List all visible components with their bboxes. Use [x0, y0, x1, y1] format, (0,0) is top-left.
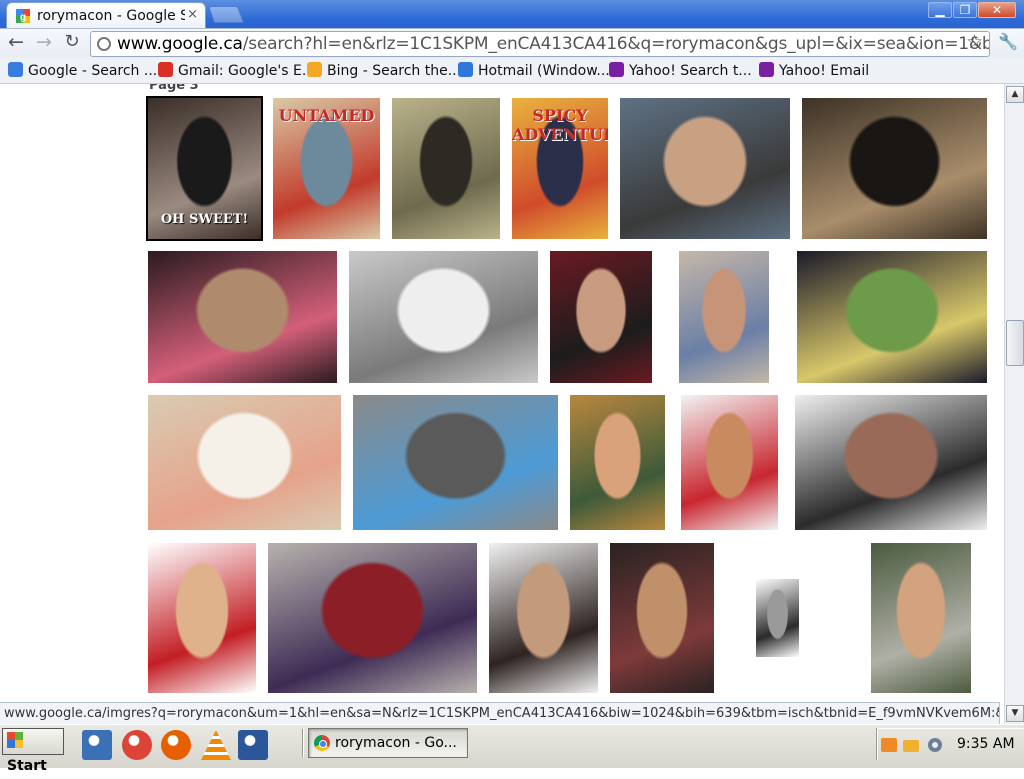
- browser-toolbar: ← → ↻ www.google.ca/search?hl=en&rlz=1C1…: [0, 28, 1024, 58]
- scrollbar-thumb[interactable]: [1006, 320, 1024, 366]
- yahoo-icon: [759, 62, 774, 77]
- wrench-icon[interactable]: 🔧: [998, 32, 1018, 51]
- bookmark-label: Bing - Search the...: [327, 63, 462, 79]
- bookmark-item[interactable]: Yahoo! Email: [759, 62, 869, 79]
- bookmark-item[interactable]: Gmail: Google's E...: [158, 62, 315, 79]
- image-result-thumbnail[interactable]: [802, 98, 987, 239]
- clock: 9:35 AM: [957, 736, 1015, 752]
- image-result-thumbnail[interactable]: [620, 98, 790, 239]
- svg-text:g: g: [20, 12, 26, 23]
- thumbnail-caption: SPICY ADVENTURE: [512, 106, 608, 144]
- start-label: Start: [7, 758, 47, 774]
- page-label: Page 3: [149, 84, 199, 93]
- tab-close-icon[interactable]: ×: [187, 7, 198, 22]
- windows-icon: [458, 62, 473, 77]
- taskbar-separator: [302, 729, 304, 757]
- bookmark-item[interactable]: Yahoo! Search t...: [609, 62, 752, 79]
- close-window-button[interactable]: ✕: [978, 2, 1016, 18]
- image-result-thumbnail[interactable]: [268, 543, 477, 693]
- bookmarks-bar: Google - Search ... Gmail: Google's E... B…: [0, 58, 1024, 84]
- address-bar[interactable]: www.google.ca/search?hl=en&rlz=1C1SKPM_e…: [90, 31, 990, 57]
- gmail-icon: [158, 62, 173, 77]
- windows-taskbar: Start rorymacon - Go... 9:35 AM: [0, 724, 1024, 774]
- bookmark-label: Yahoo! Search t...: [629, 63, 752, 79]
- bookmark-label: Yahoo! Email: [779, 63, 870, 79]
- image-result-thumbnail[interactable]: [679, 251, 769, 383]
- scroll-down-arrow-icon[interactable]: ▼: [1006, 705, 1024, 722]
- forward-arrow-icon[interactable]: →: [33, 32, 55, 54]
- thumbnail-caption: OH SWEET!: [160, 212, 249, 227]
- image-result-thumbnail[interactable]: [610, 543, 714, 693]
- bookmark-star-icon[interactable]: ☆: [966, 31, 983, 53]
- tray-icons[interactable]: [881, 736, 947, 754]
- image-result-thumbnail[interactable]: [681, 395, 778, 530]
- vertical-scrollbar[interactable]: ▲ ▼: [1004, 84, 1024, 724]
- word-icon[interactable]: [238, 730, 268, 760]
- image-result-thumbnail[interactable]: [349, 251, 538, 383]
- window-title-bar: g rorymacon - Google Sea × ▁ ❐ ✕: [0, 0, 1024, 29]
- java-icon: [881, 738, 897, 752]
- image-result-thumbnail[interactable]: UNTAMED: [273, 98, 380, 239]
- new-tab-button[interactable]: [207, 6, 245, 23]
- google-icon: [8, 62, 23, 77]
- show-desktop-icon[interactable]: [82, 730, 112, 760]
- taskbar-item-label: rorymacon - Go...: [335, 735, 457, 751]
- image-result-thumbnail[interactable]: [353, 395, 558, 530]
- yahoo-icon: [609, 62, 624, 77]
- firefox-icon[interactable]: [161, 730, 191, 760]
- image-result-thumbnail[interactable]: OH SWEET!: [146, 96, 263, 241]
- address-bar-url[interactable]: www.google.ca/search?hl=en&rlz=1C1SKPM_e…: [117, 34, 989, 54]
- google-favicon-icon: g: [16, 9, 30, 23]
- image-result-thumbnail[interactable]: [148, 251, 337, 383]
- reload-icon[interactable]: ↻: [61, 32, 83, 54]
- thumbnail-caption: UNTAMED: [278, 106, 375, 125]
- vlc-icon[interactable]: [201, 730, 231, 760]
- chrome-icon[interactable]: [122, 730, 152, 760]
- image-result-thumbnail[interactable]: [148, 543, 256, 693]
- back-arrow-icon[interactable]: ←: [5, 32, 27, 54]
- image-result-thumbnail[interactable]: [148, 395, 341, 530]
- scroll-up-arrow-icon[interactable]: ▲: [1006, 86, 1024, 103]
- bookmark-label: Gmail: Google's E...: [178, 63, 316, 79]
- chrome-icon: [314, 735, 330, 751]
- image-results-grid: Page 3 OH SWEET! UNTAMED SPICY ADVENTURE: [0, 84, 1004, 700]
- system-tray: 9:35 AM: [876, 728, 1024, 760]
- bookmark-item[interactable]: Google - Search ...: [8, 62, 157, 79]
- image-result-thumbnail[interactable]: SPICY ADVENTURE: [512, 98, 608, 239]
- windows-logo-icon: [7, 732, 23, 748]
- bookmark-item[interactable]: Hotmail (Window...: [458, 62, 610, 79]
- taskbar-item-chrome[interactable]: rorymacon - Go...: [308, 728, 468, 758]
- folder-icon: [903, 740, 919, 752]
- tab-title: rorymacon - Google Sea: [37, 8, 185, 24]
- image-result-thumbnail[interactable]: [756, 579, 799, 657]
- image-result-thumbnail[interactable]: [392, 98, 500, 239]
- minimize-button[interactable]: ▁: [928, 2, 952, 18]
- image-result-thumbnail[interactable]: [871, 543, 971, 693]
- bookmark-label: Hotmail (Window...: [478, 63, 610, 79]
- bookmark-item[interactable]: Bing - Search the...: [307, 62, 461, 79]
- image-result-thumbnail[interactable]: [570, 395, 665, 530]
- image-result-thumbnail[interactable]: [489, 543, 598, 693]
- image-result-thumbnail[interactable]: [797, 251, 987, 383]
- start-button[interactable]: Start: [2, 728, 64, 774]
- status-bubble-url: www.google.ca/imgres?q=rorymacon&um=1&hl…: [0, 702, 1000, 724]
- browser-tab-active[interactable]: g rorymacon - Google Sea ×: [6, 2, 206, 29]
- bing-icon: [307, 62, 322, 77]
- bookmark-label: Google - Search ...: [28, 63, 158, 79]
- image-result-thumbnail[interactable]: [550, 251, 652, 383]
- image-result-thumbnail[interactable]: [795, 395, 987, 530]
- globe-icon: [97, 37, 111, 51]
- maximize-button[interactable]: ❐: [953, 2, 977, 18]
